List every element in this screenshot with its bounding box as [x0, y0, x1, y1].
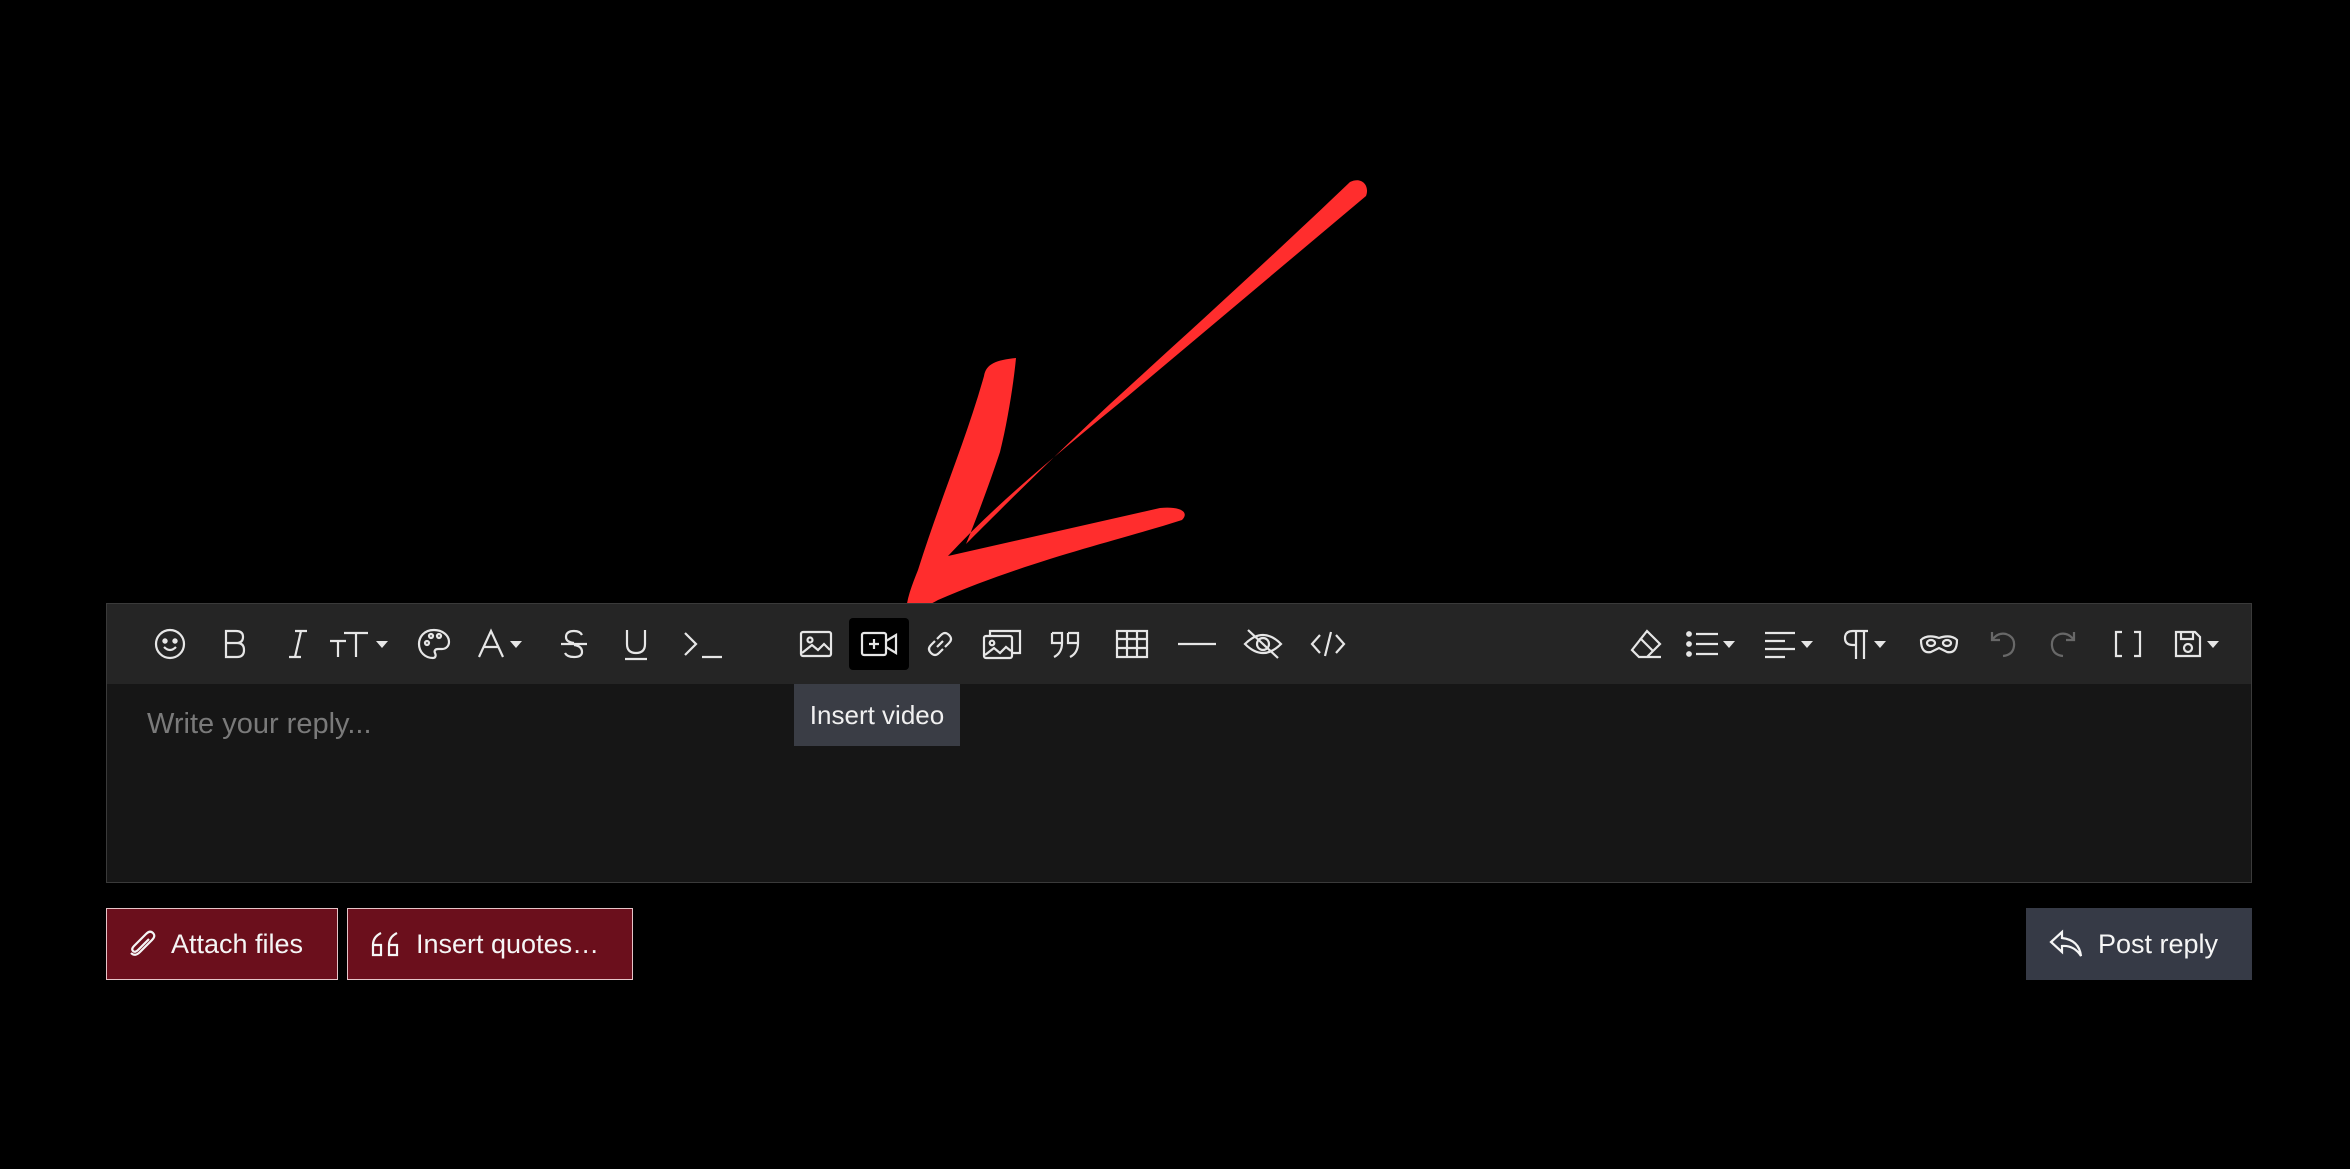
reply-icon [2049, 929, 2083, 957]
eraser-icon[interactable] [1621, 618, 1671, 670]
rich-text-editor: Write your reply... [106, 603, 2252, 883]
insert-video-tooltip: Insert video [794, 684, 960, 746]
smilie-icon[interactable] [145, 618, 195, 670]
align-icon[interactable] [1755, 618, 1821, 670]
link-icon[interactable] [915, 618, 965, 670]
post-reply-button[interactable]: Post reply [2026, 908, 2252, 980]
strikethrough-icon[interactable] [549, 618, 599, 670]
reply-textarea[interactable]: Write your reply... [147, 708, 372, 741]
insert-quotes-label: Insert quotes… [416, 928, 600, 959]
undo-icon[interactable] [1977, 618, 2027, 670]
table-icon[interactable] [1107, 618, 1157, 670]
quote-left-icon [371, 932, 399, 957]
mask-icon[interactable] [1911, 618, 1967, 670]
post-reply-label: Post reply [2098, 928, 2219, 959]
save-draft-icon[interactable] [2163, 618, 2229, 670]
quote-icon[interactable] [1041, 618, 1091, 670]
underline-icon[interactable] [611, 618, 661, 670]
insert-video-icon[interactable] [849, 618, 909, 670]
inline-code-icon[interactable] [673, 618, 733, 670]
font-size-icon[interactable] [323, 618, 393, 670]
bold-icon[interactable] [209, 618, 259, 670]
font-family-icon[interactable] [467, 618, 531, 670]
bbcode-toggle-icon[interactable] [2103, 618, 2153, 670]
media-gallery-icon[interactable] [977, 618, 1027, 670]
list-icon[interactable] [1677, 618, 1743, 670]
paragraph-icon[interactable] [1831, 618, 1897, 670]
attach-files-label: Attach files [171, 928, 304, 959]
palette-icon[interactable] [409, 618, 459, 670]
annotation-arrow [906, 180, 1368, 615]
insert-quotes-button[interactable]: Insert quotes… [347, 908, 633, 980]
editor-toolbar [107, 604, 2251, 684]
paperclip-icon [130, 930, 156, 956]
spoiler-hidden-icon[interactable] [1235, 618, 1291, 670]
redo-icon[interactable] [2039, 618, 2089, 670]
image-icon[interactable] [791, 618, 841, 670]
code-icon[interactable] [1303, 618, 1353, 670]
attach-files-button[interactable]: Attach files [106, 908, 338, 980]
reply-placeholder: Write your reply... [147, 708, 372, 740]
italic-icon[interactable] [273, 618, 323, 670]
horizontal-line-icon[interactable] [1169, 618, 1225, 670]
